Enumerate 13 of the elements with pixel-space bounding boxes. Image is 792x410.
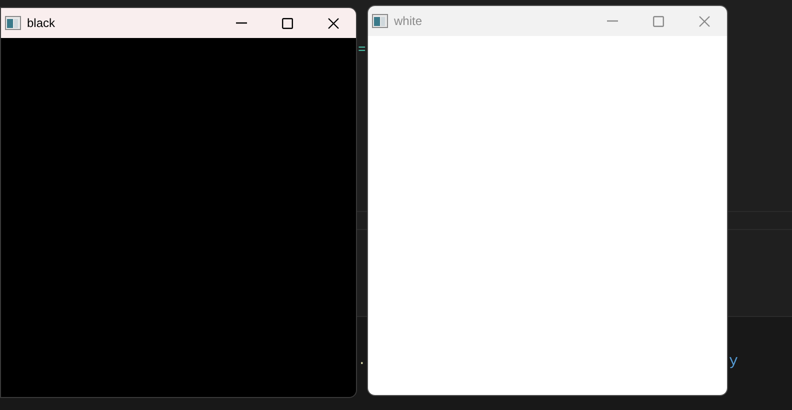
close-icon xyxy=(698,16,710,26)
window-title: white xyxy=(394,13,422,30)
minimize-icon xyxy=(236,22,246,24)
app-icon xyxy=(372,14,388,28)
code-text: y xyxy=(729,354,738,369)
app-icon xyxy=(5,16,21,30)
code-text: = xyxy=(358,43,366,56)
code-text: . xyxy=(358,354,366,367)
maximize-icon xyxy=(652,16,664,26)
maximize-icon xyxy=(282,18,292,28)
window-title: black xyxy=(27,15,56,32)
close-icon xyxy=(328,18,338,28)
minimize-icon xyxy=(606,20,618,22)
